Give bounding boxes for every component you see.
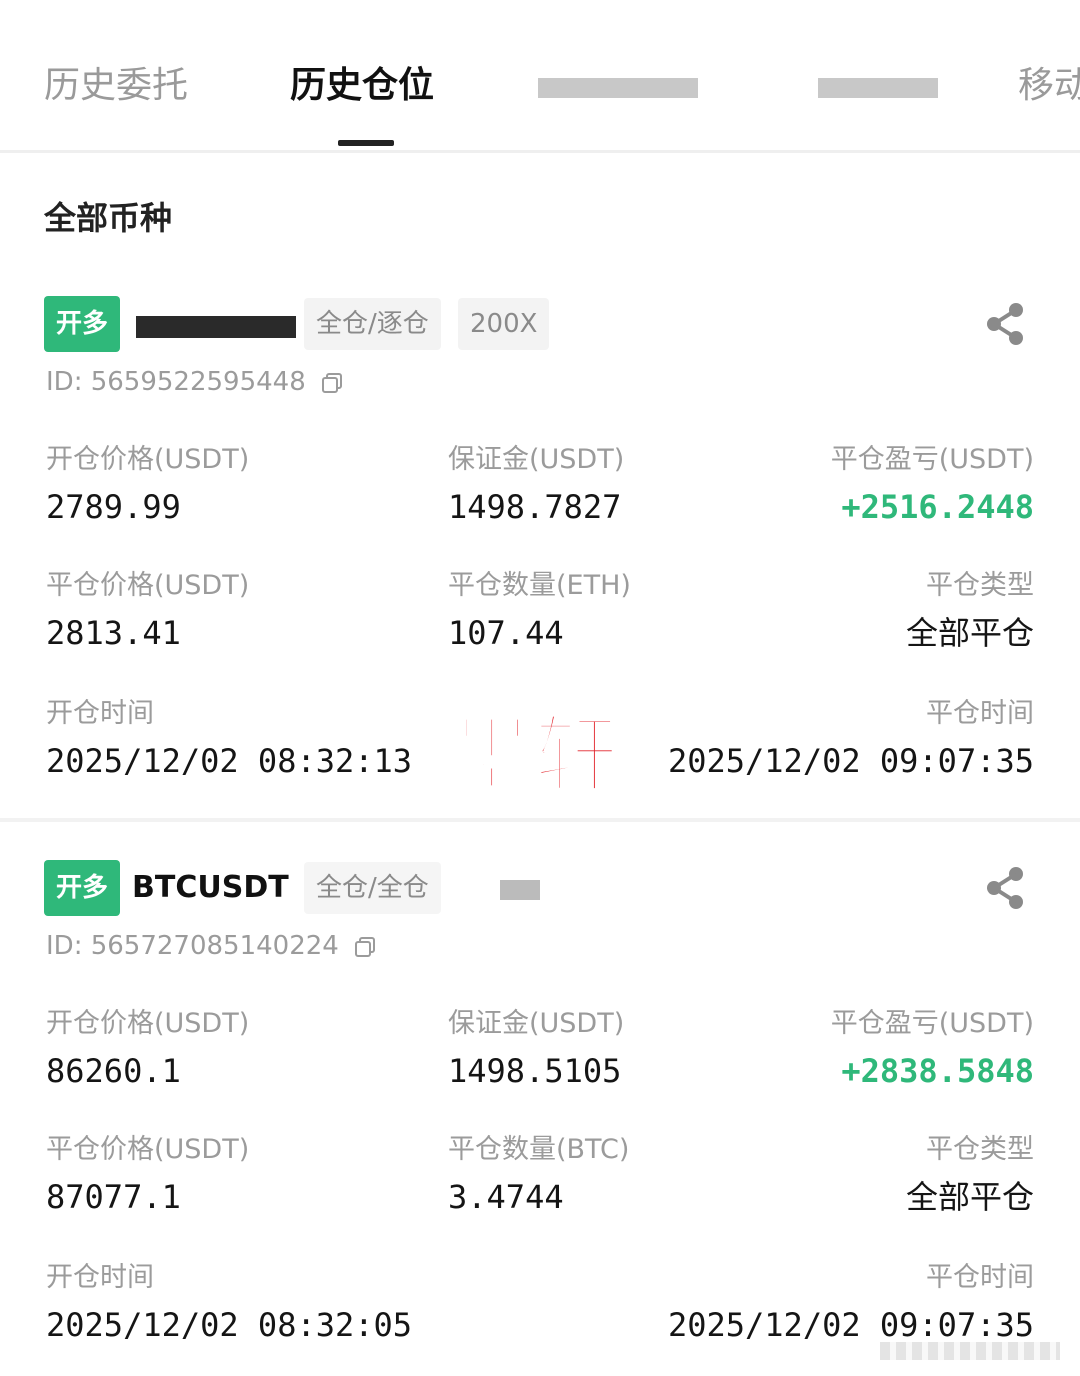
close-time-label: 平仓时间 <box>926 698 1034 729</box>
side-badge: 开多 <box>44 296 120 352</box>
leverage-tag: 200X <box>458 298 550 350</box>
close-price-value: 2813.41 <box>46 614 181 652</box>
pnl-value: +2838.5848 <box>841 1052 1034 1090</box>
pnl-label: 平仓盈亏(USDT) <box>830 1008 1034 1039</box>
tab-redacted-2[interactable] <box>782 62 952 110</box>
close-type-value: 全部平仓 <box>905 614 1034 652</box>
margin-mode-tag: 全仓/全仓 <box>304 862 441 914</box>
position-id: ID: 5659522595448 <box>46 362 344 402</box>
copy-icon[interactable] <box>353 935 377 959</box>
pnl-value: +2516.2448 <box>841 488 1034 526</box>
side-badge: 开多 <box>44 860 120 916</box>
position-id-text: ID: 5659522595448 <box>46 367 306 397</box>
close-type-label: 平仓类型 <box>926 570 1034 601</box>
history-positions-page: 历史委托 历史仓位 移动 全部币种 开多 全仓/逐仓 200X ID: 5659… <box>0 0 1080 1376</box>
tab-trailing[interactable]: 移动 <box>1018 62 1080 110</box>
tab-redacted-1[interactable] <box>538 62 708 110</box>
open-price-label: 开仓价格(USDT) <box>46 1008 250 1039</box>
redaction-strip <box>538 78 698 98</box>
tag-redaction <box>500 880 540 900</box>
corner-watermark <box>880 1342 1060 1360</box>
tab-history-positions[interactable]: 历史仓位 <box>290 62 450 110</box>
share-icon[interactable] <box>982 864 1030 912</box>
active-tab-indicator <box>338 140 394 146</box>
open-time-value: 2025/12/02 08:32:13 <box>46 742 413 780</box>
open-time-value: 2025/12/02 08:32:05 <box>46 1306 413 1344</box>
close-price-value: 87077.1 <box>46 1178 181 1216</box>
symbol-redaction <box>136 316 296 338</box>
symbol-name: BTCUSDT <box>132 870 289 905</box>
card-divider <box>0 818 1080 822</box>
close-time-value: 2025/12/02 09:07:35 <box>667 742 1034 780</box>
close-type-label: 平仓类型 <box>926 1134 1034 1165</box>
copy-icon[interactable] <box>320 371 344 395</box>
close-type-value: 全部平仓 <box>905 1178 1034 1216</box>
close-price-label: 平仓价格(USDT) <box>46 1134 250 1165</box>
close-time-label: 平仓时间 <box>926 1262 1034 1293</box>
position-card: 开多 BTCUSDT 全仓/全仓 ID: 565727085140224 开仓价… <box>0 860 1080 1360</box>
tab-history-orders[interactable]: 历史委托 <box>44 62 214 110</box>
redaction-strip <box>818 78 938 98</box>
open-price-label: 开仓价格(USDT) <box>46 444 250 475</box>
position-id-text: ID: 565727085140224 <box>46 931 339 961</box>
margin-mode-tag: 全仓/逐仓 <box>304 298 441 350</box>
open-time-label: 开仓时间 <box>46 1262 154 1293</box>
open-price-value: 86260.1 <box>46 1052 181 1090</box>
open-price-value: 2789.99 <box>46 488 181 526</box>
open-time-label: 开仓时间 <box>46 698 154 729</box>
watermark-text: 墨轩 <box>448 706 619 804</box>
tab-bar: 历史委托 历史仓位 移动 <box>0 0 1080 153</box>
close-price-label: 平仓价格(USDT) <box>46 570 250 601</box>
share-icon[interactable] <box>982 300 1030 348</box>
pnl-label: 平仓盈亏(USDT) <box>830 444 1034 475</box>
position-id: ID: 565727085140224 <box>46 926 377 966</box>
symbol-filter[interactable]: 全部币种 <box>44 196 172 240</box>
